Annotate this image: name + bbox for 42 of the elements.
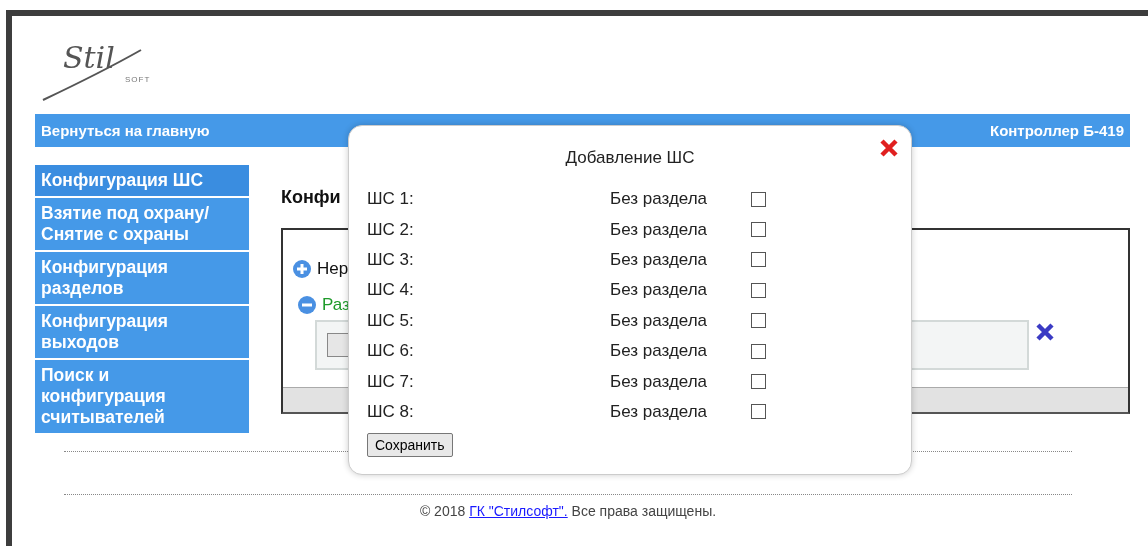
sidebar-item[interactable]: Конфигурация разделов <box>35 252 251 304</box>
company-link[interactable]: ГК "Стилсофт". <box>469 503 568 519</box>
section-label: Без раздела <box>610 310 709 331</box>
section-label: Без раздела <box>610 401 709 422</box>
section-label: Без раздела <box>610 341 709 362</box>
plus-circle-icon[interactable] <box>293 260 311 278</box>
minus-circle-icon[interactable] <box>298 296 316 314</box>
checkbox[interactable] <box>751 404 766 420</box>
group-label: Нер <box>317 259 349 279</box>
sidebar-item[interactable]: Поиск и конфигурация считывателей <box>35 360 251 433</box>
checkbox[interactable] <box>751 343 766 359</box>
zone-label: ШС 1: <box>367 189 415 210</box>
zone-label: ШС 8: <box>367 401 415 422</box>
checkbox[interactable] <box>751 252 766 268</box>
close-icon[interactable] <box>1035 322 1055 342</box>
checkbox[interactable] <box>751 374 766 390</box>
zone-label: ШС 3: <box>367 249 415 270</box>
device-title: Контроллер Б-419 <box>990 122 1124 139</box>
zone-label: ШС 2: <box>367 219 415 240</box>
checkbox[interactable] <box>751 191 766 207</box>
section-label: Без раздела <box>610 249 709 270</box>
close-icon[interactable] <box>879 138 899 158</box>
checkbox[interactable] <box>751 282 766 298</box>
zone-label: ШС 6: <box>367 341 415 362</box>
copyright-text: © 2018 ГК "Стилсофт". Все права защищены. <box>418 503 718 519</box>
section-label: Без раздела <box>610 280 709 301</box>
checkbox[interactable] <box>751 313 766 329</box>
zone-label: ШС 4: <box>367 280 415 301</box>
sidebar-item[interactable]: Взятие под охрану/ Снятие с охраны <box>35 198 251 250</box>
section-label: Без раздела <box>610 371 709 392</box>
checkbox[interactable] <box>751 222 766 238</box>
back-link[interactable]: Вернуться на главную <box>41 122 210 139</box>
sidebar-item[interactable]: Конфигурация выходов <box>35 306 251 358</box>
zone-label: ШС 7: <box>367 371 415 392</box>
section-label: Без раздела <box>610 189 709 210</box>
dialog-title: Добавление ШС <box>564 148 696 169</box>
section-label: Без раздела <box>610 219 709 240</box>
zone-label: ШС 5: <box>367 310 415 331</box>
sidebar-item[interactable]: Конфигурация ШС <box>35 165 251 196</box>
page-heading: Конфи <box>281 187 341 208</box>
save-button[interactable]: Сохранить <box>367 433 453 458</box>
logo-drawing: Stil SOFT <box>41 42 171 104</box>
